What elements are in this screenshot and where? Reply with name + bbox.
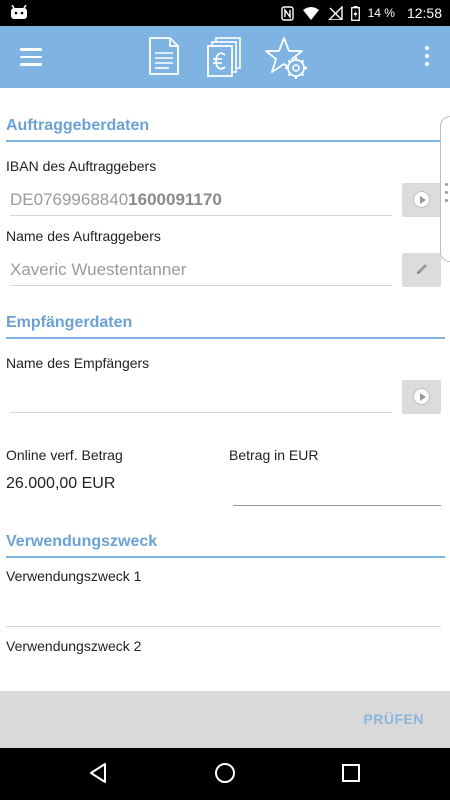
signal-off-icon (327, 6, 343, 20)
purpose-1-underline (6, 626, 441, 627)
iban-field[interactable]: DE07699688401600091170 (10, 190, 222, 210)
amount-underline (233, 505, 441, 506)
document-icon[interactable] (148, 36, 180, 76)
transfer-form: Auftraggeberdaten IBAN des Auftraggebers… (0, 88, 450, 691)
back-icon[interactable] (88, 762, 108, 784)
orderer-name-underline (10, 285, 392, 286)
recipient-name-underline (10, 412, 392, 413)
purpose-section-title: Verwendungszweck (6, 533, 158, 550)
star-gear-icon[interactable] (265, 36, 309, 80)
system-navigation-bar (0, 748, 450, 800)
iban-select-button[interactable] (402, 183, 441, 217)
nfc-icon (280, 5, 294, 21)
hamburger-icon[interactable] (20, 48, 42, 66)
kebab-icon[interactable] (424, 46, 430, 68)
orderer-name-label: Name des Auftraggebers (6, 228, 161, 244)
recent-apps-icon[interactable] (342, 762, 360, 784)
available-amount-label: Online verf. Betrag (6, 447, 123, 463)
purpose-section-divider (6, 556, 445, 558)
purpose-1-label: Verwendungszweck 1 (6, 568, 142, 584)
battery-percent: 14 % (367, 6, 395, 20)
android-notification-icon (11, 5, 27, 19)
iban-label: IBAN des Auftraggebers (6, 158, 157, 174)
app-toolbar (0, 26, 450, 88)
check-button[interactable]: PRÜFEN (363, 711, 424, 727)
recipient-name-label: Name des Empfängers (6, 355, 150, 371)
clock: 12:58 (406, 5, 442, 21)
purpose-2-label: Verwendungszweck 2 (6, 638, 142, 654)
battery-icon (350, 5, 360, 21)
side-drawer-handle[interactable] (440, 116, 450, 262)
orderer-section-title: Auftraggeberdaten (6, 117, 150, 134)
play-circle-icon (413, 191, 430, 208)
euro-documents-icon[interactable] (206, 36, 242, 78)
orderer-section-divider (6, 140, 441, 142)
status-bar: 14 % 12:58 (0, 0, 450, 26)
recipient-section-title: Empfängerdaten (6, 314, 133, 331)
home-icon[interactable] (214, 762, 236, 784)
bottom-action-bar: PRÜFEN (0, 691, 450, 748)
wifi-icon (302, 7, 319, 20)
available-amount-value: 26.000,00 EUR (6, 475, 116, 492)
pencil-icon (417, 264, 427, 274)
recipient-select-button[interactable] (402, 380, 441, 414)
amount-label: Betrag in EUR (229, 447, 319, 463)
recipient-section-divider (6, 337, 445, 339)
iban-underline (10, 215, 392, 216)
play-circle-icon (413, 388, 430, 405)
orderer-name-field[interactable]: Xaveric Wuestentanner (10, 260, 186, 280)
orderer-name-edit-button[interactable] (402, 253, 441, 287)
